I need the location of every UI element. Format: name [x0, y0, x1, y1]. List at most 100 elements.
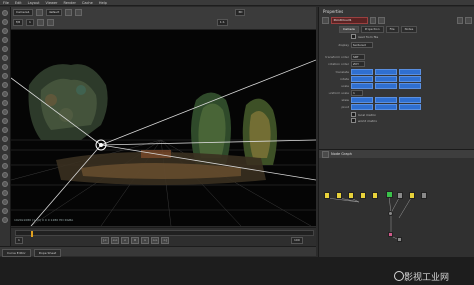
- script-tool-icon[interactable]: [2, 199, 8, 205]
- clone-tool-icon[interactable]: [2, 73, 8, 79]
- toolsets-icon[interactable]: [2, 208, 8, 214]
- node-graph-menu-icon[interactable]: [322, 151, 329, 158]
- merge-tool-icon[interactable]: [2, 163, 8, 169]
- help-icon[interactable]: [378, 16, 385, 24]
- local-matrix-checkbox[interactable]: [351, 112, 356, 117]
- fstop-field[interactable]: f/8: [13, 19, 23, 26]
- node-viewer[interactable]: [388, 232, 393, 237]
- node-write[interactable]: [397, 237, 402, 242]
- scale-y-field[interactable]: [375, 82, 397, 89]
- menu-layout[interactable]: Layout: [28, 0, 40, 5]
- mode-dropdown[interactable]: 3D: [235, 9, 246, 16]
- play-backward-button[interactable]: <: [121, 237, 129, 244]
- translate-z-field[interactable]: [399, 68, 421, 75]
- tab-projection[interactable]: Projection: [360, 26, 384, 33]
- eraser-tool-icon[interactable]: [2, 64, 8, 70]
- channel-icon[interactable]: [65, 9, 73, 16]
- tab-camera[interactable]: Camera: [339, 26, 359, 33]
- node-read-4[interactable]: [360, 192, 366, 199]
- translate-x-field[interactable]: [351, 68, 373, 75]
- float-icon[interactable]: [456, 16, 464, 24]
- prev-key-button[interactable]: <<: [111, 237, 119, 244]
- node-read-3[interactable]: [348, 192, 354, 199]
- gamma-icon[interactable]: [46, 19, 54, 26]
- roto-tool-icon[interactable]: [2, 109, 8, 115]
- rotation-order-dropdown[interactable]: ZXY: [351, 60, 365, 67]
- start-frame-field[interactable]: 1: [15, 237, 23, 244]
- uniform-scale-field[interactable]: 1: [351, 89, 363, 96]
- color-swatch-icon[interactable]: [369, 16, 377, 24]
- skew-y-field[interactable]: [375, 96, 397, 103]
- node-graph[interactable]: [319, 158, 474, 257]
- menu-help[interactable]: Help: [99, 0, 107, 5]
- settings-tool-icon[interactable]: [2, 217, 8, 223]
- light-tool-icon[interactable]: [2, 145, 8, 151]
- node-read-1[interactable]: [324, 192, 330, 199]
- next-key-button[interactable]: >>: [151, 237, 159, 244]
- pivot-y-field[interactable]: [375, 103, 397, 110]
- rotate-z-field[interactable]: [399, 75, 421, 82]
- menu-file[interactable]: File: [3, 0, 9, 5]
- node-name-field[interactable]: PointCloud1: [330, 16, 368, 24]
- viewer-3d-viewport[interactable]: [11, 30, 316, 226]
- read-from-file-checkbox[interactable]: [351, 34, 356, 39]
- camera-dropdown[interactable]: Camera1: [13, 9, 33, 16]
- tab-notes[interactable]: Notes: [400, 26, 418, 33]
- paint-tool-icon[interactable]: [2, 46, 8, 52]
- lock-icon[interactable]: [75, 9, 83, 16]
- menu-edit[interactable]: Edit: [15, 0, 22, 5]
- gain-icon[interactable]: [36, 19, 44, 26]
- tab-dope-sheet[interactable]: Dope Sheet: [33, 249, 62, 257]
- collapse-icon[interactable]: [322, 16, 329, 24]
- node-pointcloud[interactable]: [386, 191, 393, 198]
- close-icon[interactable]: [465, 16, 473, 24]
- scale-x-field[interactable]: [351, 82, 373, 89]
- transform-tool-icon[interactable]: [2, 19, 8, 25]
- node-read-2[interactable]: [336, 192, 342, 199]
- blur-tool-icon[interactable]: [2, 82, 8, 88]
- node-scene[interactable]: [409, 192, 415, 199]
- camera-tool-icon[interactable]: [2, 136, 8, 142]
- menu-render[interactable]: Render: [63, 0, 75, 5]
- pause-button[interactable]: II: [131, 237, 139, 244]
- select-tool-icon[interactable]: [2, 10, 8, 16]
- scale-z-field[interactable]: [399, 82, 421, 89]
- world-matrix-checkbox[interactable]: [351, 118, 356, 123]
- tracker-tool-icon[interactable]: [2, 127, 8, 133]
- first-frame-button[interactable]: |<: [101, 237, 109, 244]
- node-render[interactable]: [421, 192, 427, 199]
- scale-tool-icon[interactable]: [2, 37, 8, 43]
- menu-cache[interactable]: Cache: [82, 0, 93, 5]
- display-dropdown[interactable]: textured: [351, 41, 373, 48]
- viewer-dropdown[interactable]: default: [45, 9, 63, 16]
- frame-ruler[interactable]: [15, 230, 314, 237]
- node-read-5[interactable]: [372, 192, 378, 199]
- tab-curve-editor[interactable]: Curve Editor: [2, 249, 31, 257]
- dodge-tool-icon[interactable]: [2, 91, 8, 97]
- skew-z-field[interactable]: [399, 96, 421, 103]
- bezier-tool-icon[interactable]: [2, 118, 8, 124]
- node-merge[interactable]: [388, 211, 393, 216]
- skew-x-field[interactable]: [351, 96, 373, 103]
- end-frame-field[interactable]: 100: [291, 237, 303, 244]
- zoom-field[interactable]: 1:1: [216, 19, 228, 26]
- pivot-z-field[interactable]: [399, 103, 421, 110]
- shape-tool-icon[interactable]: [2, 100, 8, 106]
- geo-tool-icon[interactable]: [2, 154, 8, 160]
- pivot-x-field[interactable]: [351, 103, 373, 110]
- filter-tool-icon[interactable]: [2, 181, 8, 187]
- play-forward-button[interactable]: >: [141, 237, 149, 244]
- rotate-tool-icon[interactable]: [2, 28, 8, 34]
- color-tool-icon[interactable]: [2, 172, 8, 178]
- translate-y-field[interactable]: [375, 68, 397, 75]
- rotate-x-field[interactable]: [351, 75, 373, 82]
- menu-viewer[interactable]: Viewer: [46, 0, 58, 5]
- rgba-toggle-icon[interactable]: [35, 9, 43, 16]
- transform-order-dropdown[interactable]: SRT: [351, 53, 365, 60]
- brush-tool-icon[interactable]: [2, 55, 8, 61]
- last-frame-button[interactable]: >|: [161, 237, 169, 244]
- tab-file[interactable]: File: [385, 26, 399, 33]
- rotate-y-field[interactable]: [375, 75, 397, 82]
- frame-field[interactable]: 1: [25, 19, 34, 26]
- playhead[interactable]: [30, 231, 33, 237]
